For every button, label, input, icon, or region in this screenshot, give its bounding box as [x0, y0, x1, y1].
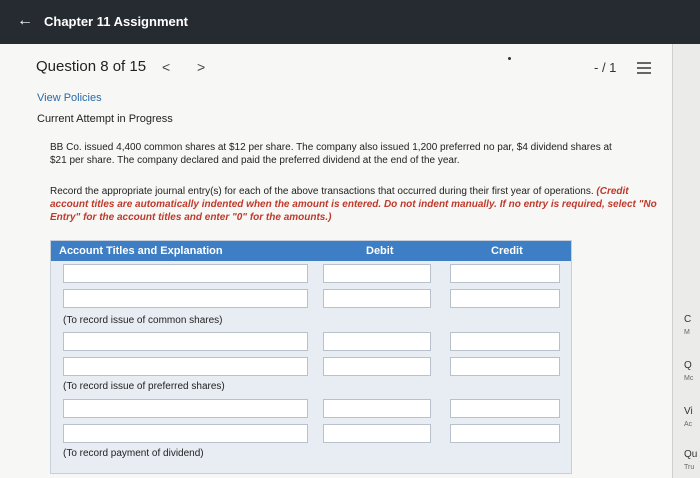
account-title-input[interactable]	[63, 357, 308, 376]
debit-input[interactable]	[323, 357, 431, 376]
view-policies-link[interactable]: View Policies	[37, 92, 102, 104]
credit-input[interactable]	[450, 357, 560, 376]
cursor-dot	[508, 57, 511, 60]
instructions-plain: Record the appropriate journal entry(s) …	[50, 186, 597, 197]
credit-input[interactable]	[450, 424, 560, 443]
attempt-status: Current Attempt in Progress	[37, 113, 173, 125]
journal-entry-table: Account Titles and Explanation Debit Cre…	[50, 240, 572, 474]
table-header: Account Titles and Explanation Debit Cre…	[51, 241, 571, 261]
debit-input[interactable]	[323, 264, 431, 283]
debit-column-header: Debit	[366, 245, 394, 257]
account-title-input[interactable]	[63, 332, 308, 351]
side-panel: C M Q Mc Vi Ac Qu Tru	[672, 44, 700, 478]
account-title-input[interactable]	[63, 399, 308, 418]
account-title-input[interactable]	[63, 424, 308, 443]
side-panel-item[interactable]: Q	[684, 360, 692, 371]
previous-question-button[interactable]: <	[162, 59, 170, 75]
account-title-input[interactable]	[63, 264, 308, 283]
side-panel-item[interactable]: Vi	[684, 406, 693, 417]
top-bar: ← Chapter 11 Assignment	[0, 0, 700, 44]
side-panel-item[interactable]: Qu	[684, 449, 697, 460]
side-panel-subtext: Mc	[684, 375, 694, 382]
debit-input[interactable]	[323, 399, 431, 418]
debit-input[interactable]	[323, 289, 431, 308]
debit-input[interactable]	[323, 424, 431, 443]
next-question-button[interactable]: >	[197, 59, 205, 75]
credit-input[interactable]	[450, 289, 560, 308]
side-panel-subtext: Ac	[684, 421, 693, 428]
instructions: Record the appropriate journal entry(s) …	[50, 185, 660, 224]
entry-memo: (To record issue of preferred shares)	[63, 381, 225, 392]
entry-memo: (To record payment of dividend)	[63, 448, 204, 459]
assignment-title: Chapter 11 Assignment	[44, 14, 189, 29]
side-panel-subtext: M	[684, 329, 690, 336]
list-icon[interactable]	[637, 62, 651, 76]
entry-memo: (To record issue of common shares)	[63, 315, 223, 326]
question-label: Question 8 of 15	[36, 58, 147, 75]
score-display: - / 1	[594, 60, 617, 75]
credit-input[interactable]	[450, 332, 560, 351]
credit-column-header: Credit	[491, 245, 523, 257]
problem-text: BB Co. issued 4,400 common shares at $12…	[50, 142, 612, 166]
side-panel-subtext: Tru	[684, 464, 695, 471]
debit-input[interactable]	[323, 332, 431, 351]
account-title-input[interactable]	[63, 289, 308, 308]
credit-input[interactable]	[450, 399, 560, 418]
account-column-header: Account Titles and Explanation	[59, 245, 223, 257]
arrow-left-icon[interactable]: ←	[17, 11, 33, 31]
credit-input[interactable]	[450, 264, 560, 283]
side-panel-item[interactable]: C	[684, 314, 691, 325]
